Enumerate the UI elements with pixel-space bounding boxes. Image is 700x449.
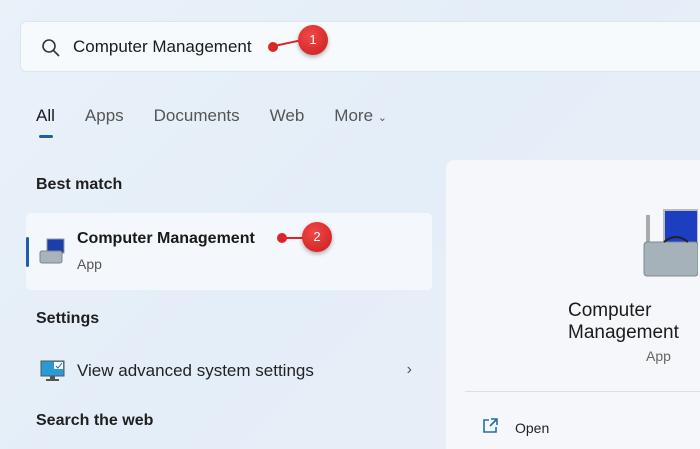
annotation-marker-1: 1	[298, 25, 328, 55]
section-settings: Settings	[36, 310, 100, 327]
detail-subtitle: App	[646, 348, 671, 364]
section-best-match: Best match	[36, 176, 123, 193]
tab-web[interactable]: Web	[270, 106, 305, 126]
section-search-web: Search the web	[36, 412, 154, 429]
settings-item-label: View advanced system settings	[77, 361, 314, 380]
tab-more[interactable]: More ⌄	[334, 106, 387, 126]
divider	[465, 391, 700, 392]
search-box[interactable]: Computer Management	[20, 21, 700, 72]
filter-tabs: All Apps Documents Web More ⌄	[36, 106, 387, 138]
chevron-down-icon: ⌄	[377, 112, 387, 124]
best-match-result[interactable]: Computer Management App	[26, 213, 432, 290]
computer-management-large-icon	[643, 209, 698, 277]
monitor-settings-icon	[40, 360, 65, 381]
annotation-marker-2: 2	[302, 222, 332, 252]
search-input[interactable]: Computer Management	[73, 37, 252, 57]
tab-more-label: More	[334, 106, 374, 125]
computer-management-icon	[39, 238, 65, 264]
best-match-title: Computer Management	[77, 230, 255, 247]
tab-all[interactable]: All	[36, 106, 55, 138]
selection-indicator	[26, 237, 29, 267]
search-icon	[42, 39, 60, 57]
open-external-icon	[483, 418, 498, 433]
chevron-right-icon: ›	[406, 361, 412, 378]
open-action[interactable]: Open	[515, 420, 549, 436]
tab-documents[interactable]: Documents	[154, 106, 240, 126]
best-match-subtitle: App	[77, 256, 102, 272]
tab-apps[interactable]: Apps	[85, 106, 124, 126]
settings-item-advanced-system[interactable]: View advanced system settings ›	[40, 359, 420, 383]
detail-title: Computer Management	[568, 300, 679, 343]
detail-panel: Computer Management App Open	[446, 160, 700, 449]
